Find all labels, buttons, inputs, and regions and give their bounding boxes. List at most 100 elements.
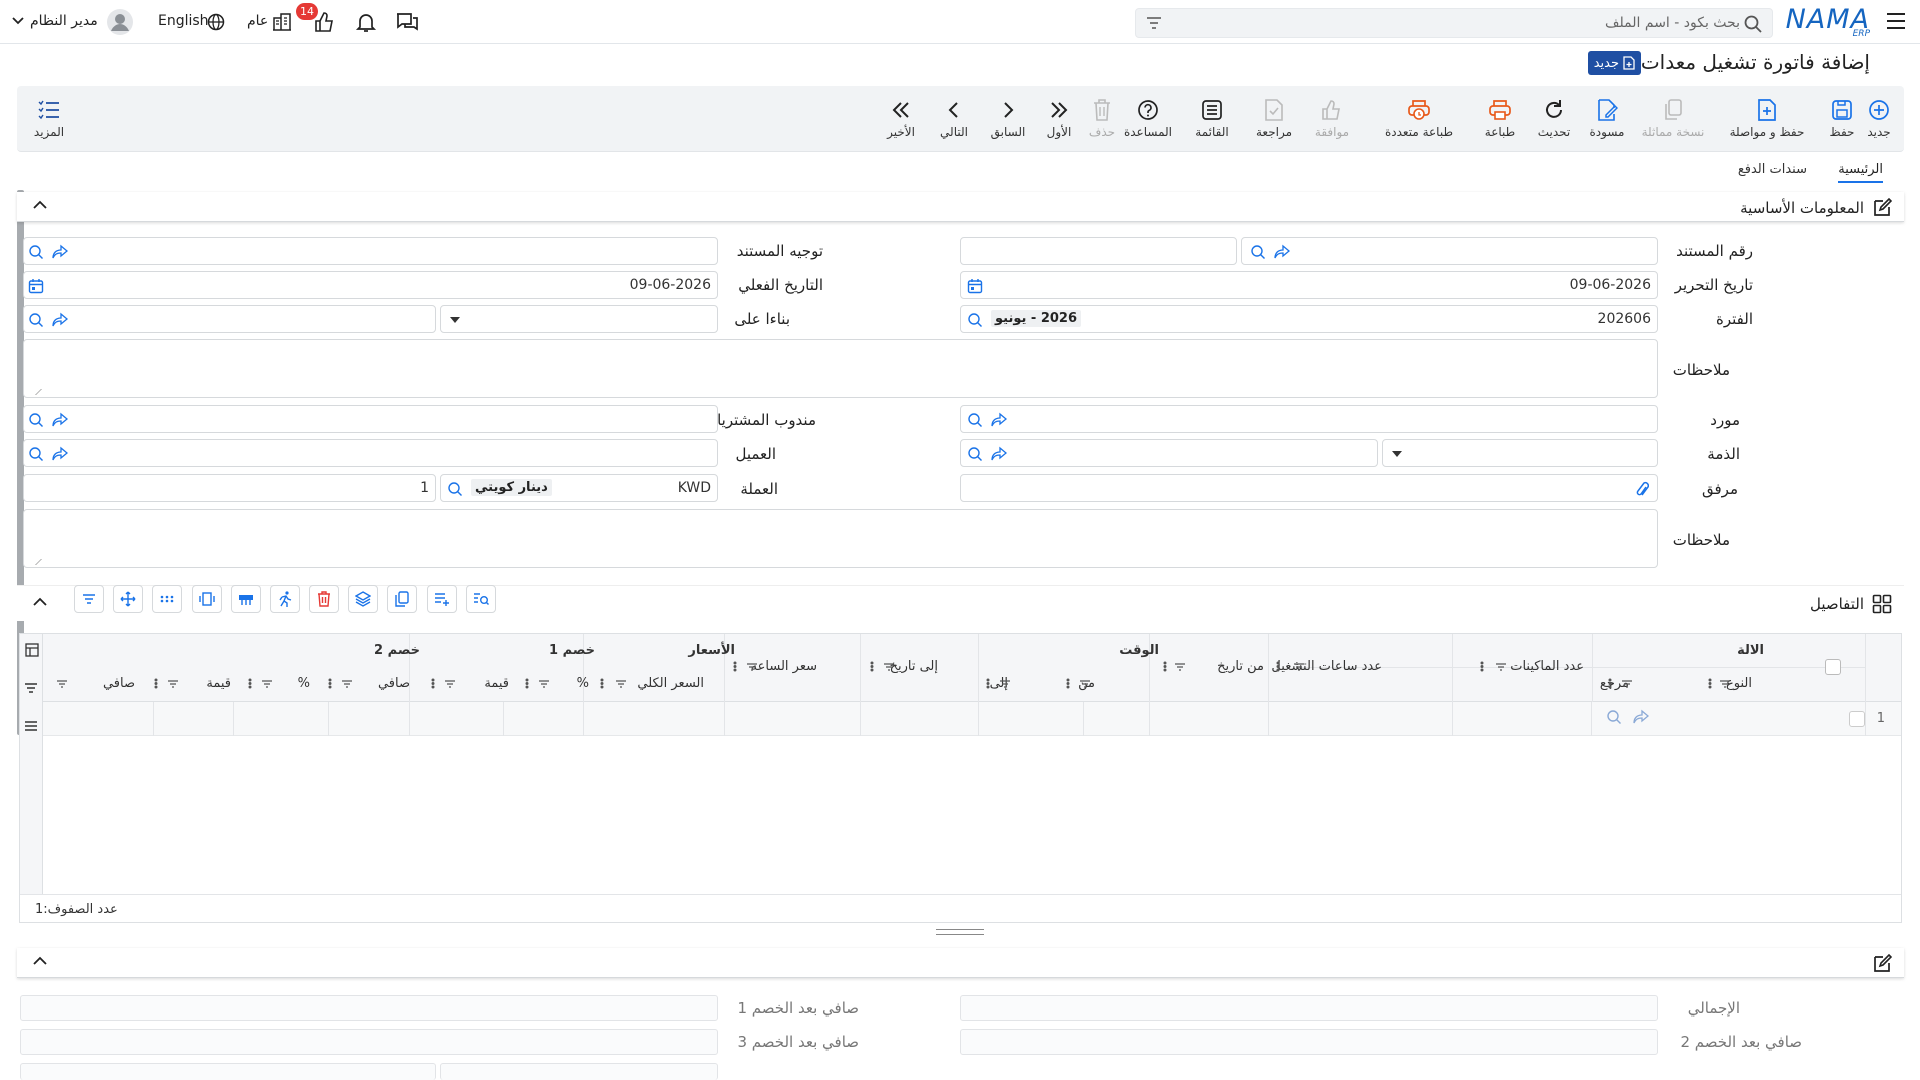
- lookup-icon[interactable]: [967, 412, 983, 428]
- prev-record-button[interactable]: السابق: [987, 86, 1029, 152]
- based-on-select[interactable]: [440, 305, 718, 333]
- customer-field[interactable]: [23, 439, 718, 467]
- actual-date-field[interactable]: 09-06-2026: [23, 271, 718, 299]
- lookup-icon[interactable]: [28, 244, 44, 260]
- paperclip-icon[interactable]: [1635, 481, 1649, 499]
- resize-grip[interactable]: [35, 559, 49, 565]
- approve-button[interactable]: موافقة: [1307, 86, 1357, 152]
- grid-search-button[interactable]: [466, 585, 496, 613]
- save-continue-button[interactable]: حفظ و مواصلة: [1717, 86, 1817, 152]
- search-icon[interactable]: [447, 481, 463, 497]
- share-icon[interactable]: [52, 412, 68, 428]
- doc-direction-field[interactable]: [23, 237, 718, 265]
- chevron-up-icon[interactable]: [33, 200, 47, 210]
- currency-rate-field[interactable]: 1: [23, 474, 436, 502]
- language-toggle[interactable]: English: [158, 13, 209, 29]
- notes2-textarea[interactable]: [23, 509, 1658, 568]
- doc-number-suffix-field[interactable]: [960, 237, 1237, 265]
- duplicate-button[interactable]: نسخة مماثلة: [1633, 86, 1713, 152]
- print-button[interactable]: طباعة: [1475, 86, 1525, 152]
- avatar[interactable]: [107, 9, 133, 35]
- review-button[interactable]: مراجعة: [1249, 86, 1299, 152]
- lookup-icon[interactable]: [1250, 244, 1266, 260]
- share-icon[interactable]: [991, 412, 1007, 428]
- branch-icon[interactable]: [272, 13, 292, 31]
- notes-label: ملاحظات: [1672, 361, 1730, 379]
- grid-dots-button[interactable]: [152, 585, 182, 613]
- period-field[interactable]: 202606 2026 - يونيو: [960, 305, 1658, 333]
- chat-icon[interactable]: [395, 11, 419, 33]
- bell-icon[interactable]: [355, 11, 377, 33]
- row-checkbox[interactable]: [1849, 711, 1865, 727]
- nama-logo[interactable]: NAMA ERP: [1786, 4, 1870, 40]
- resize-grip[interactable]: [35, 389, 49, 395]
- chevron-up-icon[interactable]: [33, 597, 47, 607]
- next-record-button[interactable]: التالي: [933, 86, 975, 152]
- share-icon[interactable]: [991, 446, 1007, 462]
- grid-move-button[interactable]: [113, 585, 143, 613]
- user-name[interactable]: مدير النظام: [30, 13, 98, 29]
- edit-date-field[interactable]: 09-06-2026: [960, 271, 1658, 299]
- table-row[interactable]: 1: [43, 702, 1901, 736]
- grid-insert-row-button[interactable]: [231, 585, 261, 613]
- edit-date-value: 09-06-2026: [1569, 277, 1651, 293]
- list-button[interactable]: القائمة: [1187, 86, 1237, 152]
- lookup-icon[interactable]: [28, 412, 44, 428]
- lookup-icon[interactable]: [1606, 709, 1622, 725]
- grid-layers-button[interactable]: [348, 585, 378, 613]
- globe-icon[interactable]: [207, 13, 225, 31]
- refresh-button[interactable]: تحديث: [1529, 86, 1579, 152]
- grid-add-row-button[interactable]: [427, 585, 457, 613]
- multi-print-button[interactable]: طباعة متعددة: [1369, 86, 1469, 152]
- supplier-field[interactable]: [960, 405, 1658, 433]
- grid-fit-button[interactable]: [192, 585, 222, 613]
- filter-icon[interactable]: [1146, 16, 1162, 30]
- search-icon[interactable]: [967, 312, 983, 328]
- last-record-button[interactable]: الأخير: [879, 86, 923, 152]
- grid-copy-button[interactable]: [387, 585, 417, 613]
- chevron-down-icon[interactable]: [12, 17, 24, 25]
- save-button[interactable]: حفظ: [1823, 86, 1861, 152]
- currency-field[interactable]: KWD دينار كويتي: [440, 474, 718, 502]
- column-filter-icons[interactable]: [20, 634, 1901, 702]
- purchasing-rep-field[interactable]: [23, 405, 718, 433]
- tab-payment-vouchers[interactable]: سندات الدفع: [1738, 162, 1807, 181]
- chevron-up-icon[interactable]: [33, 956, 47, 966]
- branch-label[interactable]: عام: [247, 13, 268, 29]
- search-icon[interactable]: [1744, 15, 1762, 33]
- lookup-icon[interactable]: [967, 446, 983, 462]
- share-icon[interactable]: [52, 446, 68, 462]
- more-button[interactable]: المزيد: [29, 86, 69, 152]
- account-field[interactable]: [960, 439, 1378, 467]
- based-on-field[interactable]: [23, 305, 436, 333]
- resize-splitter[interactable]: [936, 929, 984, 935]
- tab-main[interactable]: الرئيسية: [1838, 162, 1883, 183]
- share-icon[interactable]: [1274, 244, 1290, 260]
- draft-button[interactable]: مسودة: [1582, 86, 1632, 152]
- account-type-select[interactable]: [1382, 439, 1658, 467]
- lookup-icon[interactable]: [28, 446, 44, 462]
- search-input[interactable]: [1180, 13, 1740, 33]
- delete-button[interactable]: حذف: [1084, 86, 1120, 152]
- grid-run-button[interactable]: [270, 585, 300, 613]
- share-icon[interactable]: [52, 312, 68, 328]
- hamburger-menu-icon[interactable]: [1886, 12, 1906, 30]
- details-header[interactable]: التفاصيل: [17, 585, 1904, 621]
- summary-header[interactable]: [17, 948, 1904, 978]
- search-box[interactable]: [1135, 8, 1773, 38]
- grid-delete-button[interactable]: [309, 585, 339, 613]
- rows-menu-icon[interactable]: [24, 719, 38, 733]
- attachment-field[interactable]: [960, 474, 1658, 502]
- new-button[interactable]: جديد: [1857, 86, 1901, 152]
- help-button[interactable]: المساعدة: [1117, 86, 1179, 152]
- first-record-button[interactable]: الأول: [1039, 86, 1079, 152]
- basic-info-header[interactable]: المعلومات الأساسية: [17, 192, 1904, 222]
- grid-filter-button[interactable]: [74, 585, 104, 613]
- doc-number-field[interactable]: [1241, 237, 1658, 265]
- share-icon[interactable]: [1633, 709, 1649, 725]
- calendar-icon[interactable]: [28, 278, 44, 294]
- notes-textarea[interactable]: [23, 339, 1658, 398]
- lookup-icon[interactable]: [28, 312, 44, 328]
- share-icon[interactable]: [52, 244, 68, 260]
- calendar-icon[interactable]: [967, 278, 983, 294]
